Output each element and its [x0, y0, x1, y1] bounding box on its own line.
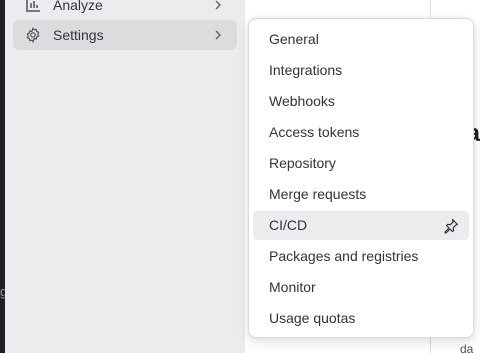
menu-item-integrations[interactable]: Integrations — [253, 56, 469, 85]
page-text-fragment: da — [460, 342, 474, 353]
sidebar-item-label: Analyze — [53, 0, 103, 13]
settings-flyout-menu: General Integrations Webhooks Access tok… — [248, 18, 474, 338]
sidebar-item-analyze[interactable]: Analyze — [13, 0, 237, 20]
menu-item-webhooks[interactable]: Webhooks — [253, 87, 469, 116]
sidebar-item-label: Settings — [53, 27, 104, 43]
menu-item-access-tokens[interactable]: Access tokens — [253, 118, 469, 147]
menu-item-packages-and-registries[interactable]: Packages and registries — [253, 242, 469, 271]
menu-item-label: Monitor — [269, 279, 316, 295]
menu-item-label: Webhooks — [269, 93, 335, 109]
menu-item-label: General — [269, 31, 319, 47]
menu-item-repository[interactable]: Repository — [253, 149, 469, 178]
menu-item-label: Packages and registries — [269, 248, 419, 264]
menu-item-label: Repository — [269, 155, 336, 171]
menu-item-monitor[interactable]: Monitor — [253, 273, 469, 302]
menu-item-label: Integrations — [269, 62, 343, 78]
menu-item-general[interactable]: General — [253, 25, 469, 54]
menu-item-label: Merge requests — [269, 186, 367, 202]
left-sidebar: Analyze Settings — [5, 0, 245, 353]
menu-item-label: Usage quotas — [269, 310, 356, 326]
menu-item-usage-quotas[interactable]: Usage quotas — [253, 304, 469, 333]
settings-gear-icon — [26, 27, 40, 43]
menu-item-label: CI/CD — [269, 217, 308, 233]
menu-item-merge-requests[interactable]: Merge requests — [253, 180, 469, 209]
menu-item-ci-cd[interactable]: CI/CD — [253, 211, 469, 240]
chart-icon — [26, 0, 40, 12]
sidebar-item-settings[interactable]: Settings — [13, 20, 237, 50]
menu-item-label: Access tokens — [269, 124, 360, 140]
pin-icon[interactable] — [443, 218, 459, 234]
chevron-right-icon — [215, 30, 221, 40]
chevron-right-icon — [215, 0, 221, 10]
